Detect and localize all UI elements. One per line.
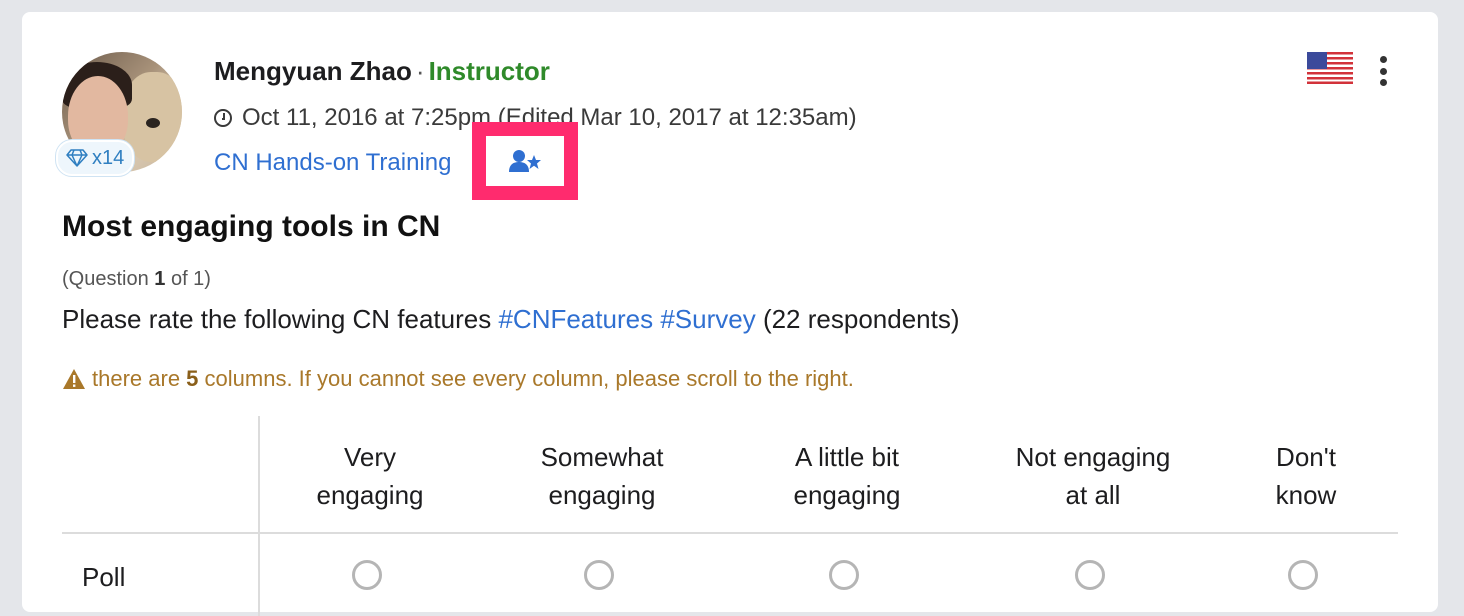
separator: ·: [415, 56, 425, 86]
post-title: Most engaging tools in CN: [62, 210, 441, 243]
warning-count: 5: [186, 366, 199, 391]
question-counter: (Question 1 of 1): [62, 268, 211, 291]
warning-prefix: there are: [92, 366, 187, 391]
author-line: Mengyuan Zhao · Instructor: [214, 56, 550, 87]
post-card: x14 Mengyuan Zhao · Instructor Oct 11, 201…: [22, 12, 1438, 616]
question-suffix: of 1): [165, 268, 211, 290]
radio-not-engaging[interactable]: [1075, 560, 1105, 590]
kebab-menu-icon[interactable]: [1378, 56, 1388, 86]
column-header-somewhat-engaging: Somewhat engaging: [512, 438, 692, 514]
question-prompt: Please rate the following CN features #C…: [62, 304, 960, 335]
column-header-line1: A little bit: [794, 442, 900, 472]
column-header-line2: know: [1275, 480, 1337, 510]
diamond-icon: [66, 149, 88, 167]
column-header-line1: Don't: [1276, 442, 1336, 472]
column-header-line1: Not engaging: [1015, 442, 1171, 472]
column-header-dont-know: Don't know: [1236, 438, 1376, 514]
course-link[interactable]: CN Hands-on Training: [214, 149, 451, 177]
avatar-container[interactable]: x14: [56, 52, 182, 176]
hashtag-survey[interactable]: #Survey: [660, 304, 755, 334]
question-number: 1: [154, 268, 166, 290]
table-divider-vertical: [258, 416, 260, 616]
column-header-not-engaging: Not engaging at all: [988, 438, 1198, 514]
radio-little-engaging[interactable]: [829, 560, 859, 590]
scroll-warning: there are 5 columns. If you cannot see e…: [62, 366, 854, 392]
column-header-line2: engaging: [548, 480, 656, 510]
radio-dont-know[interactable]: [1288, 560, 1318, 590]
table-divider-horizontal: [62, 532, 1398, 534]
author-name[interactable]: Mengyuan Zhao: [214, 56, 412, 86]
column-header-line1: Somewhat: [540, 442, 664, 472]
badge-count: x14: [92, 146, 125, 169]
column-header-line2: at all: [1065, 480, 1121, 510]
respondent-count: (22 respondents): [762, 304, 960, 334]
clock-icon: [214, 109, 232, 127]
radio-very-engaging[interactable]: [352, 560, 382, 590]
achievement-badge[interactable]: x14: [56, 140, 135, 176]
user-star-icon: [509, 150, 541, 172]
warning-suffix: columns. If you cannot see every column,…: [198, 366, 854, 391]
question-prefix: (Question: [62, 268, 155, 290]
column-header-line2: engaging: [793, 480, 901, 510]
column-header-little-engaging: A little bit engaging: [747, 438, 947, 514]
column-header-very-engaging: Very engaging: [280, 438, 460, 514]
prompt-text: Please rate the following CN features: [62, 304, 499, 334]
us-flag-icon[interactable]: [1307, 52, 1353, 84]
radio-somewhat-engaging[interactable]: [584, 560, 614, 590]
column-header-line2: engaging: [316, 480, 424, 510]
column-header-line1: Very: [343, 442, 397, 472]
user-star-button[interactable]: [472, 122, 578, 200]
row-label-poll: Poll: [82, 562, 126, 592]
warning-triangle-icon: [63, 369, 85, 389]
role-label: Instructor: [428, 56, 550, 86]
hashtag-cnfeatures[interactable]: #CNFeatures: [498, 304, 653, 334]
